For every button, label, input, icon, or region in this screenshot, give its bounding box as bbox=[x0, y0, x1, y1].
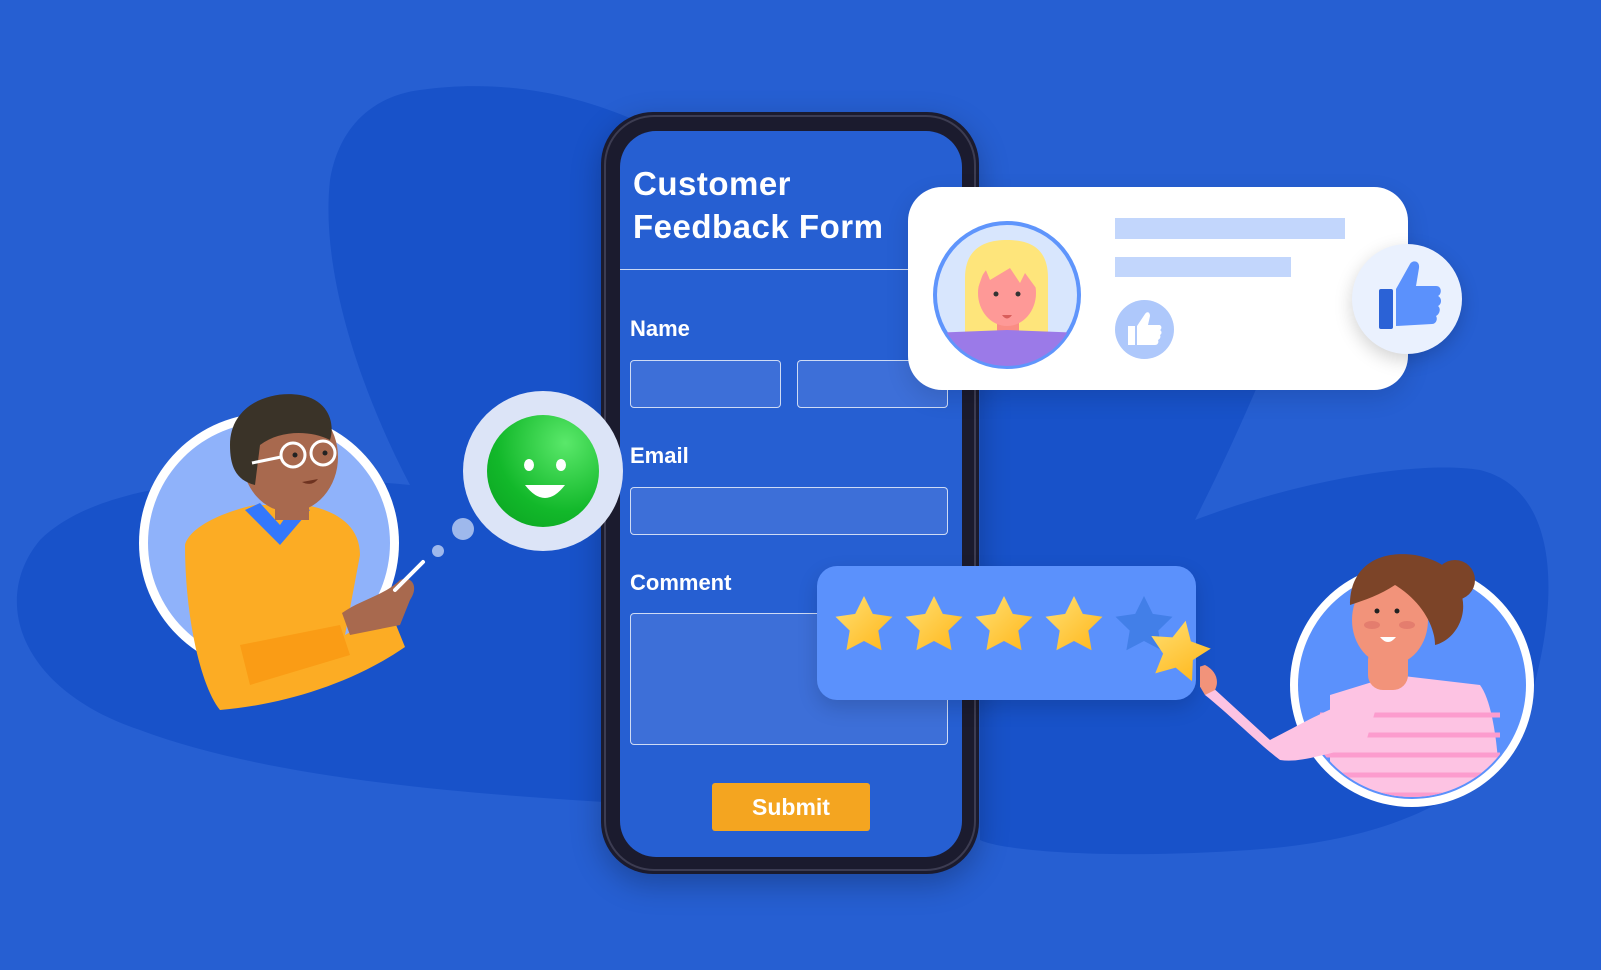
review-text-placeholder-line1 bbox=[1115, 218, 1345, 239]
email-label: Email bbox=[630, 443, 689, 468]
star-filled-icon[interactable] bbox=[905, 596, 963, 651]
form-title-line1: Customer bbox=[633, 165, 792, 202]
smiley-face-icon bbox=[487, 415, 599, 527]
like-button[interactable] bbox=[1115, 300, 1174, 359]
comment-label: Comment bbox=[630, 570, 732, 595]
first-name-input[interactable] bbox=[630, 360, 781, 408]
review-text-placeholder-line2 bbox=[1115, 257, 1291, 277]
thumbs-up-icon bbox=[1379, 261, 1441, 329]
form-title: Customer Feedback Form bbox=[633, 162, 883, 248]
email-input[interactable] bbox=[630, 487, 948, 535]
name-label: Name bbox=[630, 316, 690, 341]
star-filled-icon[interactable] bbox=[975, 596, 1033, 651]
star-rating[interactable] bbox=[817, 566, 1217, 706]
form-title-line2: Feedback Form bbox=[633, 208, 884, 245]
star-filled-icon[interactable] bbox=[1045, 596, 1103, 651]
thumbs-up-badge bbox=[1352, 244, 1462, 354]
user-avatar-blonde-woman bbox=[933, 221, 1081, 369]
submit-button[interactable]: Submit bbox=[712, 783, 870, 831]
star-filled-icon[interactable] bbox=[835, 596, 893, 651]
thought-dot-large bbox=[452, 518, 474, 540]
man-character-illustration bbox=[139, 394, 425, 710]
woman-character-illustration bbox=[1200, 554, 1534, 807]
thumbs-up-icon bbox=[1128, 312, 1162, 345]
thought-dot-small bbox=[432, 545, 444, 557]
